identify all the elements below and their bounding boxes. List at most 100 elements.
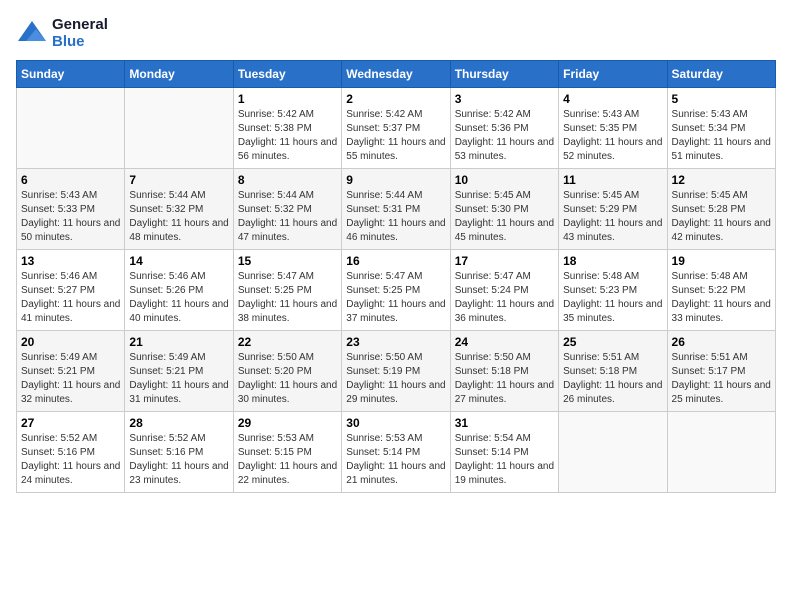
daylight-text: Daylight: 11 hours and 29 minutes. <box>346 379 445 407</box>
calendar-cell: 15 Sunrise: 5:47 AM Sunset: 5:25 PM Dayl… <box>233 250 341 331</box>
calendar-cell: 5 Sunrise: 5:43 AM Sunset: 5:34 PM Dayli… <box>667 88 775 169</box>
calendar-cell: 24 Sunrise: 5:50 AM Sunset: 5:18 PM Dayl… <box>450 331 558 412</box>
day-number: 2 <box>346 92 445 106</box>
daylight-text: Daylight: 11 hours and 46 minutes. <box>346 217 445 245</box>
calendar-cell: 30 Sunrise: 5:53 AM Sunset: 5:14 PM Dayl… <box>342 412 450 493</box>
calendar-week-1: 1 Sunrise: 5:42 AM Sunset: 5:38 PM Dayli… <box>17 88 776 169</box>
daylight-text: Daylight: 11 hours and 43 minutes. <box>563 217 662 245</box>
daylight-text: Daylight: 11 hours and 24 minutes. <box>21 460 120 488</box>
daylight-text: Daylight: 11 hours and 50 minutes. <box>21 217 120 245</box>
sunrise-text: Sunrise: 5:45 AM <box>672 189 771 203</box>
sunrise-text: Sunrise: 5:48 AM <box>563 270 662 284</box>
day-number: 5 <box>672 92 771 106</box>
sunset-text: Sunset: 5:25 PM <box>238 284 337 298</box>
sunset-text: Sunset: 5:35 PM <box>563 122 662 136</box>
calendar-cell: 1 Sunrise: 5:42 AM Sunset: 5:38 PM Dayli… <box>233 88 341 169</box>
sunrise-text: Sunrise: 5:43 AM <box>563 108 662 122</box>
day-number: 7 <box>129 173 228 187</box>
calendar-cell: 21 Sunrise: 5:49 AM Sunset: 5:21 PM Dayl… <box>125 331 233 412</box>
day-info: Sunrise: 5:50 AM Sunset: 5:18 PM Dayligh… <box>455 351 554 407</box>
day-info: Sunrise: 5:47 AM Sunset: 5:25 PM Dayligh… <box>238 270 337 326</box>
sunset-text: Sunset: 5:34 PM <box>672 122 771 136</box>
daylight-text: Daylight: 11 hours and 22 minutes. <box>238 460 337 488</box>
daylight-text: Daylight: 11 hours and 38 minutes. <box>238 298 337 326</box>
day-info: Sunrise: 5:45 AM Sunset: 5:29 PM Dayligh… <box>563 189 662 245</box>
sunset-text: Sunset: 5:16 PM <box>21 446 120 460</box>
daylight-text: Daylight: 11 hours and 33 minutes. <box>672 298 771 326</box>
daylight-text: Daylight: 11 hours and 52 minutes. <box>563 136 662 164</box>
day-info: Sunrise: 5:49 AM Sunset: 5:21 PM Dayligh… <box>129 351 228 407</box>
daylight-text: Daylight: 11 hours and 42 minutes. <box>672 217 771 245</box>
sunrise-text: Sunrise: 5:52 AM <box>21 432 120 446</box>
day-number: 4 <box>563 92 662 106</box>
daylight-text: Daylight: 11 hours and 37 minutes. <box>346 298 445 326</box>
calendar-cell: 4 Sunrise: 5:43 AM Sunset: 5:35 PM Dayli… <box>559 88 667 169</box>
sunset-text: Sunset: 5:36 PM <box>455 122 554 136</box>
day-number: 8 <box>238 173 337 187</box>
calendar-cell: 14 Sunrise: 5:46 AM Sunset: 5:26 PM Dayl… <box>125 250 233 331</box>
weekday-header-thursday: Thursday <box>450 61 558 88</box>
day-info: Sunrise: 5:47 AM Sunset: 5:24 PM Dayligh… <box>455 270 554 326</box>
calendar-cell: 31 Sunrise: 5:54 AM Sunset: 5:14 PM Dayl… <box>450 412 558 493</box>
day-number: 22 <box>238 335 337 349</box>
day-info: Sunrise: 5:42 AM Sunset: 5:36 PM Dayligh… <box>455 108 554 164</box>
sunrise-text: Sunrise: 5:44 AM <box>238 189 337 203</box>
sunrise-text: Sunrise: 5:53 AM <box>238 432 337 446</box>
sunset-text: Sunset: 5:25 PM <box>346 284 445 298</box>
daylight-text: Daylight: 11 hours and 23 minutes. <box>129 460 228 488</box>
day-number: 23 <box>346 335 445 349</box>
sunrise-text: Sunrise: 5:52 AM <box>129 432 228 446</box>
daylight-text: Daylight: 11 hours and 56 minutes. <box>238 136 337 164</box>
day-info: Sunrise: 5:45 AM Sunset: 5:28 PM Dayligh… <box>672 189 771 245</box>
sunset-text: Sunset: 5:20 PM <box>238 365 337 379</box>
calendar-week-5: 27 Sunrise: 5:52 AM Sunset: 5:16 PM Dayl… <box>17 412 776 493</box>
day-info: Sunrise: 5:49 AM Sunset: 5:21 PM Dayligh… <box>21 351 120 407</box>
sunrise-text: Sunrise: 5:44 AM <box>346 189 445 203</box>
calendar-cell: 17 Sunrise: 5:47 AM Sunset: 5:24 PM Dayl… <box>450 250 558 331</box>
daylight-text: Daylight: 11 hours and 41 minutes. <box>21 298 120 326</box>
calendar-cell <box>125 88 233 169</box>
weekday-header-row: SundayMondayTuesdayWednesdayThursdayFrid… <box>17 61 776 88</box>
calendar-cell: 8 Sunrise: 5:44 AM Sunset: 5:32 PM Dayli… <box>233 169 341 250</box>
sunset-text: Sunset: 5:17 PM <box>672 365 771 379</box>
daylight-text: Daylight: 11 hours and 31 minutes. <box>129 379 228 407</box>
daylight-text: Daylight: 11 hours and 53 minutes. <box>455 136 554 164</box>
sunset-text: Sunset: 5:27 PM <box>21 284 120 298</box>
sunset-text: Sunset: 5:21 PM <box>21 365 120 379</box>
day-info: Sunrise: 5:43 AM Sunset: 5:34 PM Dayligh… <box>672 108 771 164</box>
day-number: 28 <box>129 416 228 430</box>
day-number: 1 <box>238 92 337 106</box>
day-info: Sunrise: 5:51 AM Sunset: 5:17 PM Dayligh… <box>672 351 771 407</box>
sunrise-text: Sunrise: 5:45 AM <box>455 189 554 203</box>
sunrise-text: Sunrise: 5:42 AM <box>238 108 337 122</box>
calendar-cell: 6 Sunrise: 5:43 AM Sunset: 5:33 PM Dayli… <box>17 169 125 250</box>
day-info: Sunrise: 5:53 AM Sunset: 5:15 PM Dayligh… <box>238 432 337 488</box>
day-info: Sunrise: 5:50 AM Sunset: 5:19 PM Dayligh… <box>346 351 445 407</box>
weekday-header-wednesday: Wednesday <box>342 61 450 88</box>
sunset-text: Sunset: 5:22 PM <box>672 284 771 298</box>
sunrise-text: Sunrise: 5:45 AM <box>563 189 662 203</box>
calendar-cell: 25 Sunrise: 5:51 AM Sunset: 5:18 PM Dayl… <box>559 331 667 412</box>
calendar-cell: 27 Sunrise: 5:52 AM Sunset: 5:16 PM Dayl… <box>17 412 125 493</box>
daylight-text: Daylight: 11 hours and 47 minutes. <box>238 217 337 245</box>
calendar-cell: 12 Sunrise: 5:45 AM Sunset: 5:28 PM Dayl… <box>667 169 775 250</box>
calendar-cell <box>559 412 667 493</box>
weekday-header-sunday: Sunday <box>17 61 125 88</box>
day-number: 20 <box>21 335 120 349</box>
day-info: Sunrise: 5:48 AM Sunset: 5:23 PM Dayligh… <box>563 270 662 326</box>
calendar-cell: 26 Sunrise: 5:51 AM Sunset: 5:17 PM Dayl… <box>667 331 775 412</box>
sunrise-text: Sunrise: 5:42 AM <box>455 108 554 122</box>
calendar-cell: 28 Sunrise: 5:52 AM Sunset: 5:16 PM Dayl… <box>125 412 233 493</box>
weekday-header-monday: Monday <box>125 61 233 88</box>
sunset-text: Sunset: 5:30 PM <box>455 203 554 217</box>
sunrise-text: Sunrise: 5:50 AM <box>346 351 445 365</box>
sunset-text: Sunset: 5:18 PM <box>563 365 662 379</box>
calendar-cell: 18 Sunrise: 5:48 AM Sunset: 5:23 PM Dayl… <box>559 250 667 331</box>
sunrise-text: Sunrise: 5:54 AM <box>455 432 554 446</box>
calendar-cell <box>17 88 125 169</box>
day-info: Sunrise: 5:46 AM Sunset: 5:27 PM Dayligh… <box>21 270 120 326</box>
day-number: 31 <box>455 416 554 430</box>
sunset-text: Sunset: 5:28 PM <box>672 203 771 217</box>
sunset-text: Sunset: 5:18 PM <box>455 365 554 379</box>
sunrise-text: Sunrise: 5:43 AM <box>672 108 771 122</box>
